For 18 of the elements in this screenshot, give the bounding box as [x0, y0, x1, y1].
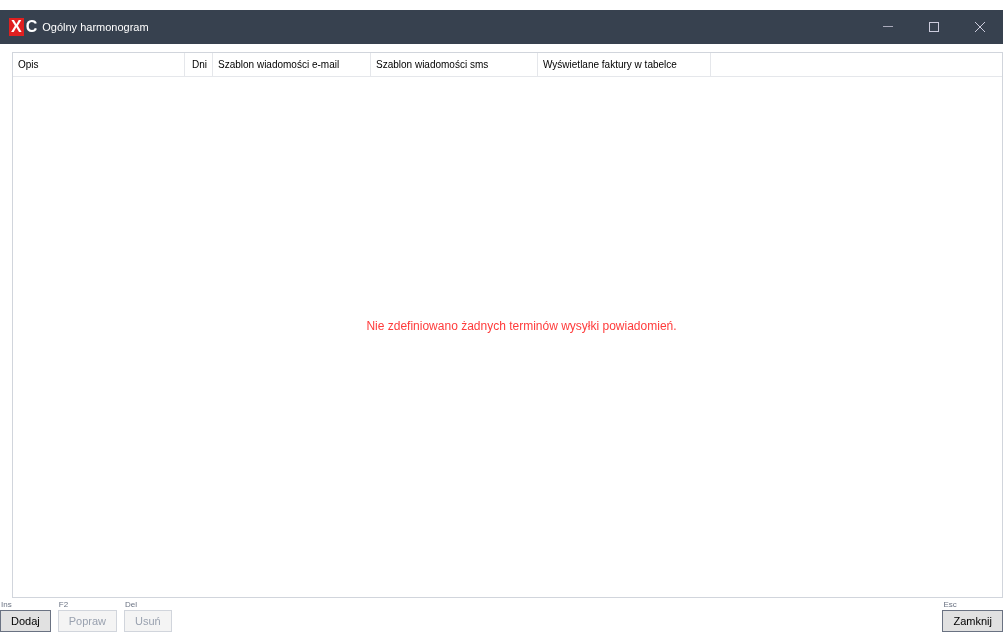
logo-letter: C — [24, 18, 39, 36]
shortcut-label: Ins — [0, 600, 13, 610]
maximize-icon — [929, 22, 939, 32]
column-header[interactable]: Szablon wiadomości e-mail — [213, 53, 371, 76]
shortcut-label: Esc — [942, 600, 958, 610]
close-icon — [975, 22, 985, 32]
empty-message: Nie zdefiniowano żadnych terminów wysyłki powiadomień. — [366, 318, 677, 335]
logo-letter: X — [9, 18, 24, 36]
column-header[interactable]: Wyświetlane faktury w tabelce — [538, 53, 711, 76]
shortcut-label: Del — [124, 600, 139, 610]
minimize-icon — [883, 26, 893, 28]
column-header[interactable]: Szablon wiadomości sms — [371, 53, 538, 76]
window-title: Ogólny harmonogram — [42, 19, 149, 35]
action-button[interactable]: Dodaj — [0, 610, 51, 632]
column-header[interactable]: Dni — [185, 53, 213, 76]
shortcut-label: F2 — [57, 600, 70, 610]
action-button[interactable]: Zamknij — [942, 610, 1003, 632]
column-header[interactable]: Opis — [13, 53, 185, 76]
